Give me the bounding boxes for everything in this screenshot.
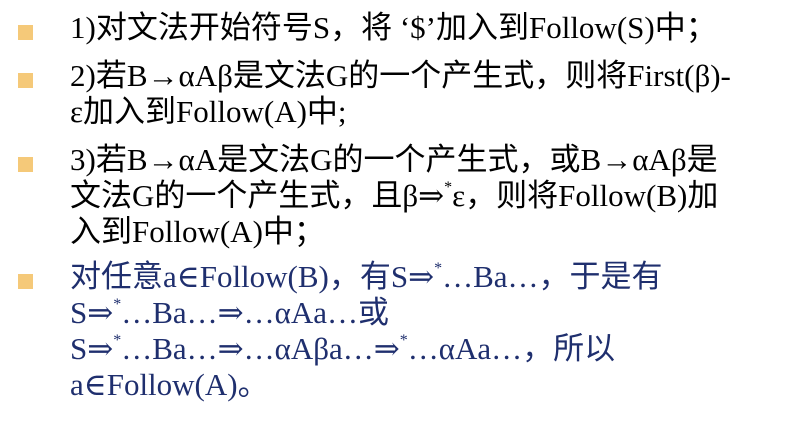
rule-4-line-2: S⇒*…Ba…⇒…αAa…或 bbox=[70, 295, 806, 331]
text-segment: …Ba…，于是有 bbox=[442, 259, 663, 294]
text-segment: ε加入到Follow(A)中; bbox=[70, 94, 347, 129]
rule-3-line-3: 入到Follow(A)中； bbox=[70, 214, 806, 250]
text-segment: a∈Follow(A)。 bbox=[70, 367, 269, 402]
text-segment: …αAa…，所以 bbox=[407, 331, 616, 366]
closure-star: * bbox=[444, 179, 453, 196]
rule-3-line-2: 文法G的一个产生式，且β⇒*ε，则将Follow(B)加 bbox=[70, 178, 806, 214]
text-segment: ε，则将Follow(B)加 bbox=[452, 178, 719, 213]
bullet-square-icon bbox=[18, 25, 33, 40]
bullet-square-icon bbox=[18, 157, 33, 172]
rule-text-4: 对任意a∈Follow(B)，有S⇒*…Ba…，于是有 S⇒*…Ba…⇒…αAa… bbox=[70, 259, 806, 403]
closure-star: * bbox=[434, 260, 443, 277]
rule-text-1: 1)对文法开始符号S，将 ‘$’加入到Follow(S)中； bbox=[70, 10, 806, 46]
text-segment: 入到Follow(A)中； bbox=[70, 214, 325, 249]
rule-2-line-2: ε加入到Follow(A)中; bbox=[70, 94, 806, 130]
text-segment: 对任意a∈Follow(B)，有S⇒ bbox=[70, 259, 435, 294]
rule-text-2: 2)若B→αAβ是文法G的一个产生式，则将First(β)- ε加入到Follo… bbox=[70, 58, 806, 130]
text-segment: 1)对文法开始符号S，将 ‘$’加入到Follow(S)中； bbox=[70, 10, 717, 45]
rule-4-line-3: S⇒*…Ba…⇒…αAβa…⇒*…αAa…，所以 bbox=[70, 331, 806, 367]
text-segment: 3)若B→αA是文法G的一个产生式，或B→αAβ是 bbox=[70, 142, 718, 177]
bullet-square-icon bbox=[18, 73, 33, 88]
rule-3-line-1: 3)若B→αA是文法G的一个产生式，或B→αAβ是 bbox=[70, 142, 806, 178]
text-segment: S⇒ bbox=[70, 295, 114, 330]
text-segment: 文法G的一个产生式，且β⇒ bbox=[70, 178, 445, 213]
rule-4-line-4: a∈Follow(A)。 bbox=[70, 367, 806, 403]
text-segment: 2)若B→αAβ是文法G的一个产生式，则将First(β)- bbox=[70, 58, 731, 93]
rule-2-line-1: 2)若B→αAβ是文法G的一个产生式，则将First(β)- bbox=[70, 58, 806, 94]
rule-4-line-1: 对任意a∈Follow(B)，有S⇒*…Ba…，于是有 bbox=[70, 259, 806, 295]
closure-star: * bbox=[399, 332, 408, 349]
rule-1-line-1: 1)对文法开始符号S，将 ‘$’加入到Follow(S)中； bbox=[70, 10, 806, 46]
rule-text-3: 3)若B→αA是文法G的一个产生式，或B→αAβ是 文法G的一个产生式，且β⇒*… bbox=[70, 142, 806, 250]
bullet-square-icon bbox=[18, 274, 33, 289]
text-segment: S⇒ bbox=[70, 331, 114, 366]
text-segment: …Ba…⇒…αAβa…⇒ bbox=[121, 331, 400, 366]
text-segment: …Ba…⇒…αAa…或 bbox=[121, 295, 390, 330]
slide: 1)对文法开始符号S，将 ‘$’加入到Follow(S)中； 2)若B→αAβ是… bbox=[0, 0, 812, 425]
